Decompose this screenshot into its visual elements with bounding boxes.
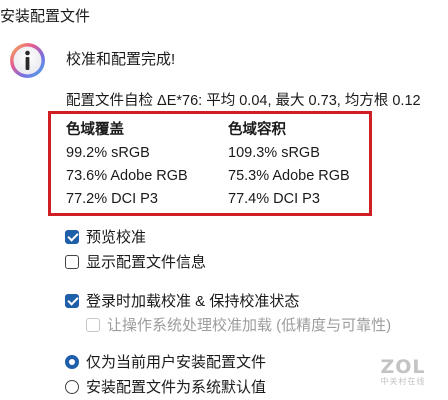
install-current-user-label: 仅为当前用户安装配置文件 xyxy=(86,354,267,371)
gamut-volume-header: 色域容积 xyxy=(228,122,286,138)
load-on-login-label: 登录时加载校准 & 保持校准状态 xyxy=(86,293,300,310)
preview-calibration-label: 预览校准 xyxy=(86,229,147,246)
completion-heading: 校准和配置完成! xyxy=(66,51,176,68)
install-current-user-radio[interactable] xyxy=(65,354,79,369)
preview-calibration-option[interactable]: 预览校准 xyxy=(65,226,146,247)
load-on-login-checkbox[interactable] xyxy=(65,293,79,308)
install-system-default-radio[interactable] xyxy=(65,379,79,394)
show-profile-info-checkbox[interactable] xyxy=(65,254,79,269)
gamut-volume-column: 色域容积 109.3% sRGB 75.3% Adobe RGB 77.4% D… xyxy=(228,119,350,211)
show-profile-info-option[interactable]: 显示配置文件信息 xyxy=(65,251,206,272)
gamut-volume-srgb: 109.3% sRGB xyxy=(228,145,320,161)
load-on-login-option[interactable]: 登录时加载校准 & 保持校准状态 xyxy=(65,290,299,311)
os-handle-calibration-label: 让操作系统处理校准加载 (低精度与可靠性) xyxy=(107,317,392,334)
gamut-coverage-adobe-rgb: 73.6% Adobe RGB xyxy=(66,168,188,184)
zol-watermark: ZOL 中关村在线 xyxy=(373,357,433,387)
os-handle-calibration-option[interactable]: 让操作系统处理校准加载 (低精度与可靠性) xyxy=(86,314,391,335)
gamut-coverage-srgb: 99.2% sRGB xyxy=(66,145,150,161)
install-system-default-label: 安装配置文件为系统默认值 xyxy=(86,379,267,396)
gamut-coverage-dci-p3: 77.2% DCI P3 xyxy=(66,191,158,207)
gamut-coverage-column: 色域覆盖 99.2% sRGB 73.6% Adobe RGB 77.2% DC… xyxy=(66,119,188,211)
gamut-coverage-header: 色域覆盖 xyxy=(66,122,124,138)
install-system-default-option[interactable]: 安装配置文件为系统默认值 xyxy=(65,376,266,397)
info-icon xyxy=(10,43,45,78)
preview-calibration-checkbox[interactable] xyxy=(65,229,79,244)
window-title: 安装配置文件 xyxy=(0,8,91,25)
watermark-brand: ZOL xyxy=(380,356,426,378)
os-handle-calibration-checkbox[interactable] xyxy=(86,317,100,332)
install-current-user-option[interactable]: 仅为当前用户安装配置文件 xyxy=(65,351,266,372)
watermark-subtitle: 中关村在线 xyxy=(380,377,426,386)
gamut-volume-adobe-rgb: 75.3% Adobe RGB xyxy=(228,168,350,184)
show-profile-info-label: 显示配置文件信息 xyxy=(86,254,207,271)
self-check-summary: 配置文件自检 ΔE*76: 平均 0.04, 最大 0.73, 均方根 0.12 xyxy=(66,93,421,109)
gamut-volume-dci-p3: 77.4% DCI P3 xyxy=(228,191,320,207)
